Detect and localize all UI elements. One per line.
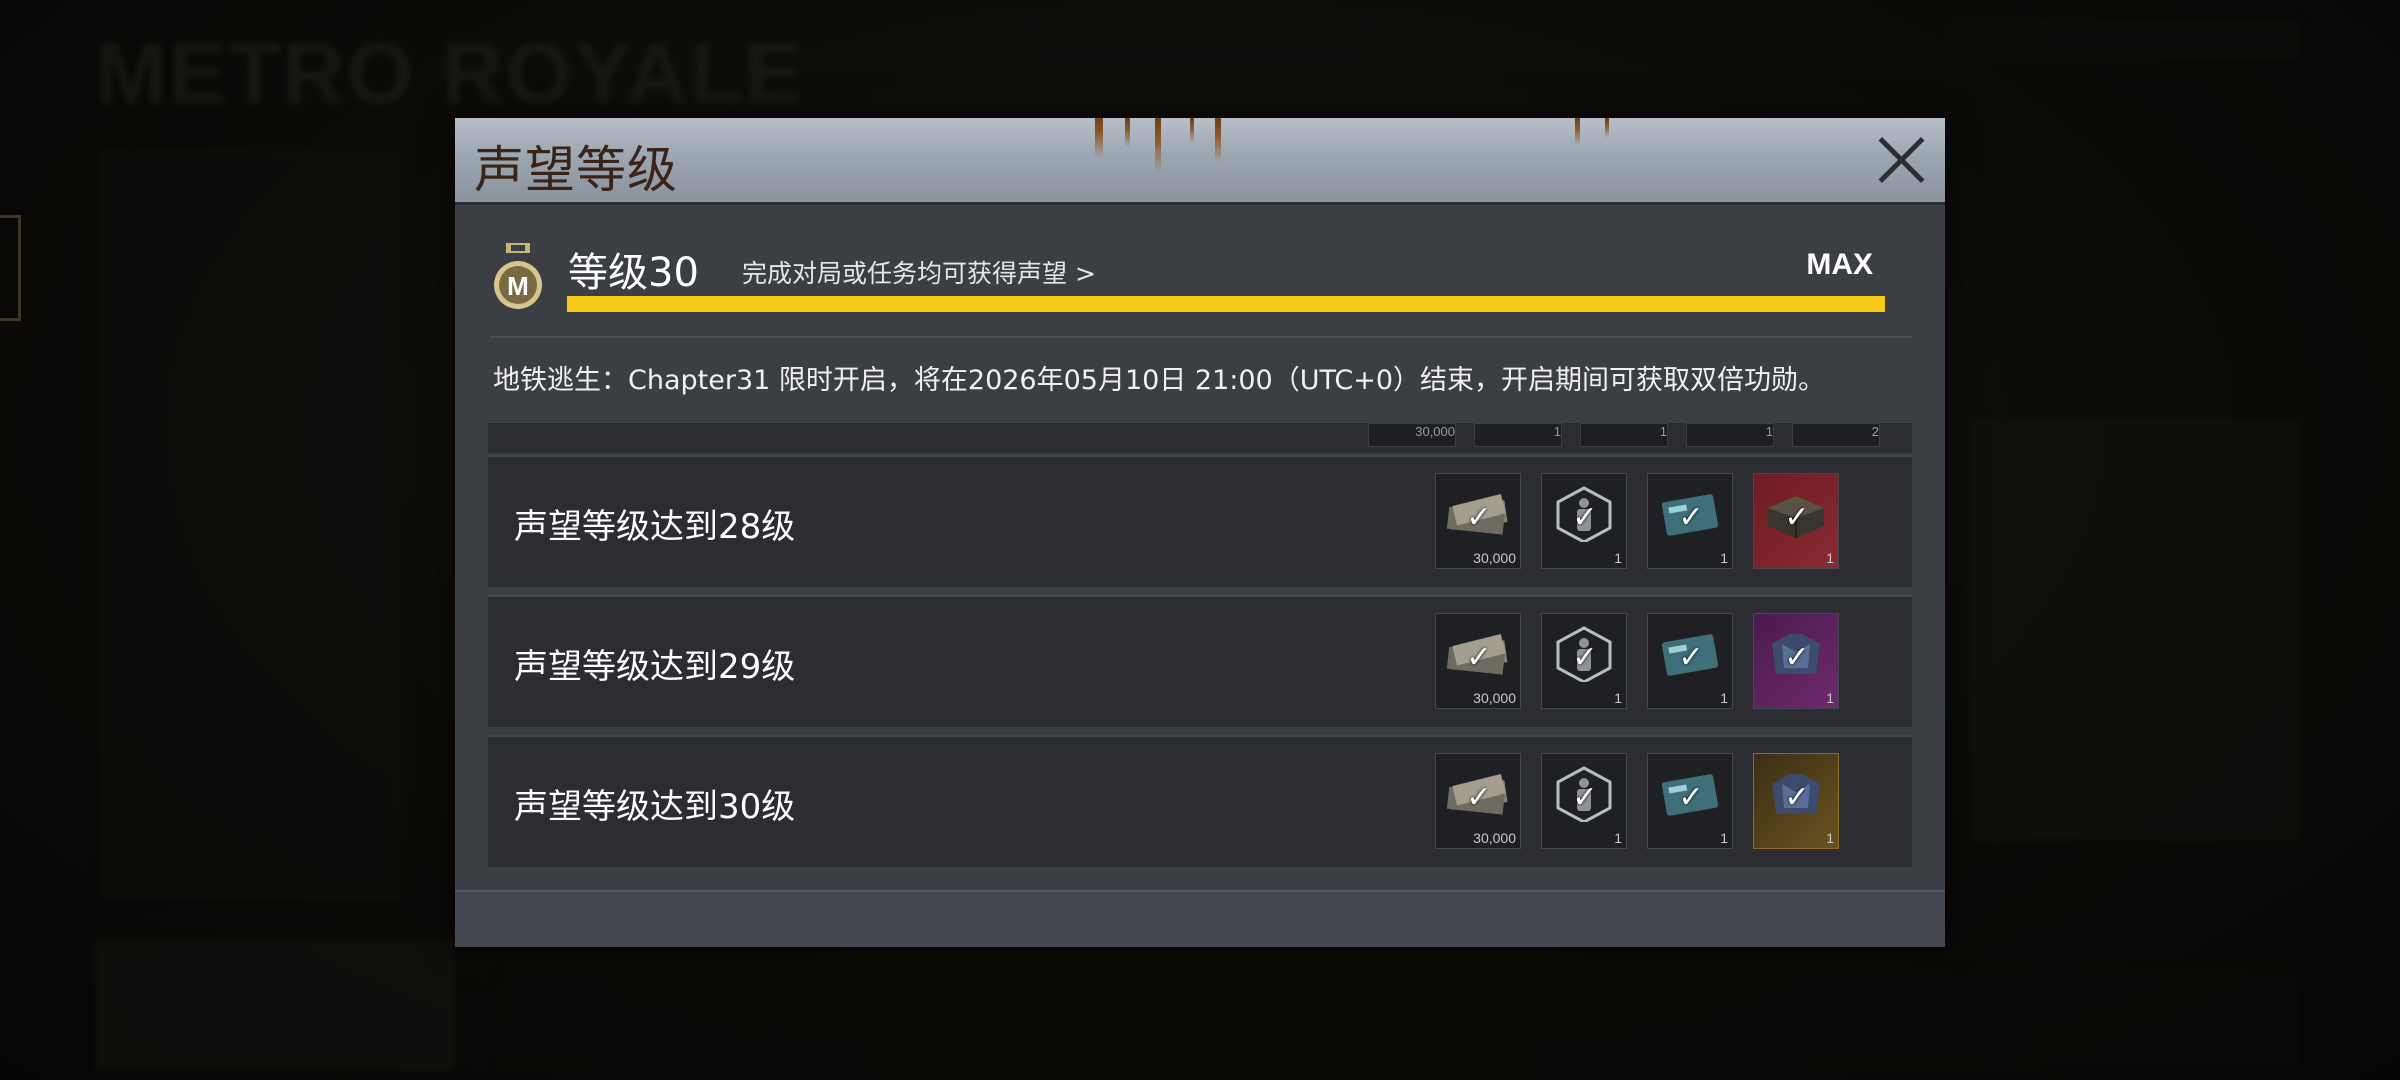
reward-item[interactable]: ✓ 1 — [1753, 753, 1839, 849]
reward-item[interactable]: ✓ 1 — [1647, 473, 1733, 569]
claimed-check-icon: ✓ — [1678, 641, 1704, 674]
claimed-check-icon: ✓ — [1678, 501, 1704, 534]
reward-row: 声望等级达到29级 ✓ 30,000 ✓ 1 ✓ 1 ✓ 1 — [488, 595, 1912, 727]
reward-item[interactable]: ✓ 1 — [1541, 473, 1627, 569]
reward-row-label: 声望等级达到29级 — [514, 647, 796, 687]
claimed-check-icon: ✓ — [1678, 781, 1704, 814]
close-button[interactable] — [1873, 132, 1929, 188]
dialog-title: 声望等级 — [474, 141, 678, 199]
reward-qty: 1 — [1614, 550, 1622, 566]
reward-qty: 30,000 — [1473, 550, 1516, 566]
reward-qty: 1 — [1720, 830, 1728, 846]
partial-reward-qty: 30,000 — [1368, 423, 1456, 447]
level-hint-link[interactable]: 完成对局或任务均可获得声望 > — [742, 254, 1096, 290]
reward-qty: 30,000 — [1473, 830, 1516, 846]
reward-qty: 30,000 — [1473, 690, 1516, 706]
reward-qty: 1 — [1826, 830, 1834, 846]
reward-item[interactable]: ✓ 1 — [1541, 753, 1627, 849]
reward-qty: 1 — [1826, 690, 1834, 706]
reward-qty: 1 — [1826, 550, 1834, 566]
event-notice: 地铁逃生：Chapter31 限时开启，将在2026年05月10日 21:00（… — [493, 365, 1826, 396]
list-item-partial: 30,000 1 1 1 2 — [488, 423, 1912, 453]
claimed-check-icon: ✓ — [1466, 641, 1492, 674]
max-label: MAX — [1806, 248, 1873, 281]
partial-reward-qty: 2 — [1792, 423, 1880, 447]
reward-list[interactable]: 30,000 1 1 1 2 声望等级达到28级 ✓ 30,000 ✓ 1 ✓ 1 ✓ 1 声望等级达到2… — [488, 423, 1912, 923]
reward-row-label: 声望等级达到28级 — [514, 507, 796, 547]
divider — [490, 336, 1912, 338]
reward-row: 声望等级达到30级 ✓ 30,000 ✓ 1 ✓ 1 ✓ 1 — [488, 735, 1912, 867]
reward-item[interactable]: ✓ 1 — [1647, 753, 1733, 849]
partial-reward-qty: 1 — [1686, 423, 1774, 447]
level-progress-bar — [567, 296, 1885, 312]
claimed-check-icon: ✓ — [1466, 781, 1492, 814]
reward-item[interactable]: ✓ 30,000 — [1435, 753, 1521, 849]
reward-item[interactable]: ✓ 1 — [1541, 613, 1627, 709]
reward-item[interactable]: ✓ 30,000 — [1435, 473, 1521, 569]
reward-row-label: 声望等级达到30级 — [514, 787, 796, 827]
claimed-check-icon: ✓ — [1572, 501, 1598, 534]
svg-text:M: M — [507, 271, 529, 301]
reward-qty: 1 — [1720, 550, 1728, 566]
reward-qty: 1 — [1720, 690, 1728, 706]
claimed-check-icon: ✓ — [1784, 781, 1810, 814]
medal-icon: M — [494, 243, 542, 309]
partial-reward-qty: 1 — [1580, 423, 1668, 447]
dialog-header: 声望等级 — [455, 118, 1945, 205]
claimed-check-icon: ✓ — [1572, 781, 1598, 814]
level-progress-fill — [567, 296, 1885, 312]
claimed-check-icon: ✓ — [1572, 641, 1598, 674]
reward-item[interactable]: ✓ 1 — [1647, 613, 1733, 709]
prestige-level-dialog: 声望等级 M 等级30 完成对局或任务均可获得声望 > MAX 地铁逃生：Cha… — [455, 118, 1945, 947]
reward-item[interactable]: ✓ 1 — [1753, 613, 1839, 709]
reward-row: 声望等级达到28级 ✓ 30,000 ✓ 1 ✓ 1 ✓ 1 — [488, 455, 1912, 587]
partial-reward-qty: 1 — [1474, 423, 1562, 447]
reward-item[interactable]: ✓ 30,000 — [1435, 613, 1521, 709]
claimed-check-icon: ✓ — [1784, 641, 1810, 674]
reward-qty: 1 — [1614, 690, 1622, 706]
dialog-footer — [455, 890, 1945, 947]
level-label: 等级30 — [568, 250, 699, 296]
reward-item[interactable]: ✓ 1 — [1753, 473, 1839, 569]
level-section: M 等级30 完成对局或任务均可获得声望 > MAX — [492, 238, 1910, 328]
claimed-check-icon: ✓ — [1784, 501, 1810, 534]
claimed-check-icon: ✓ — [1466, 501, 1492, 534]
reward-qty: 1 — [1614, 830, 1622, 846]
